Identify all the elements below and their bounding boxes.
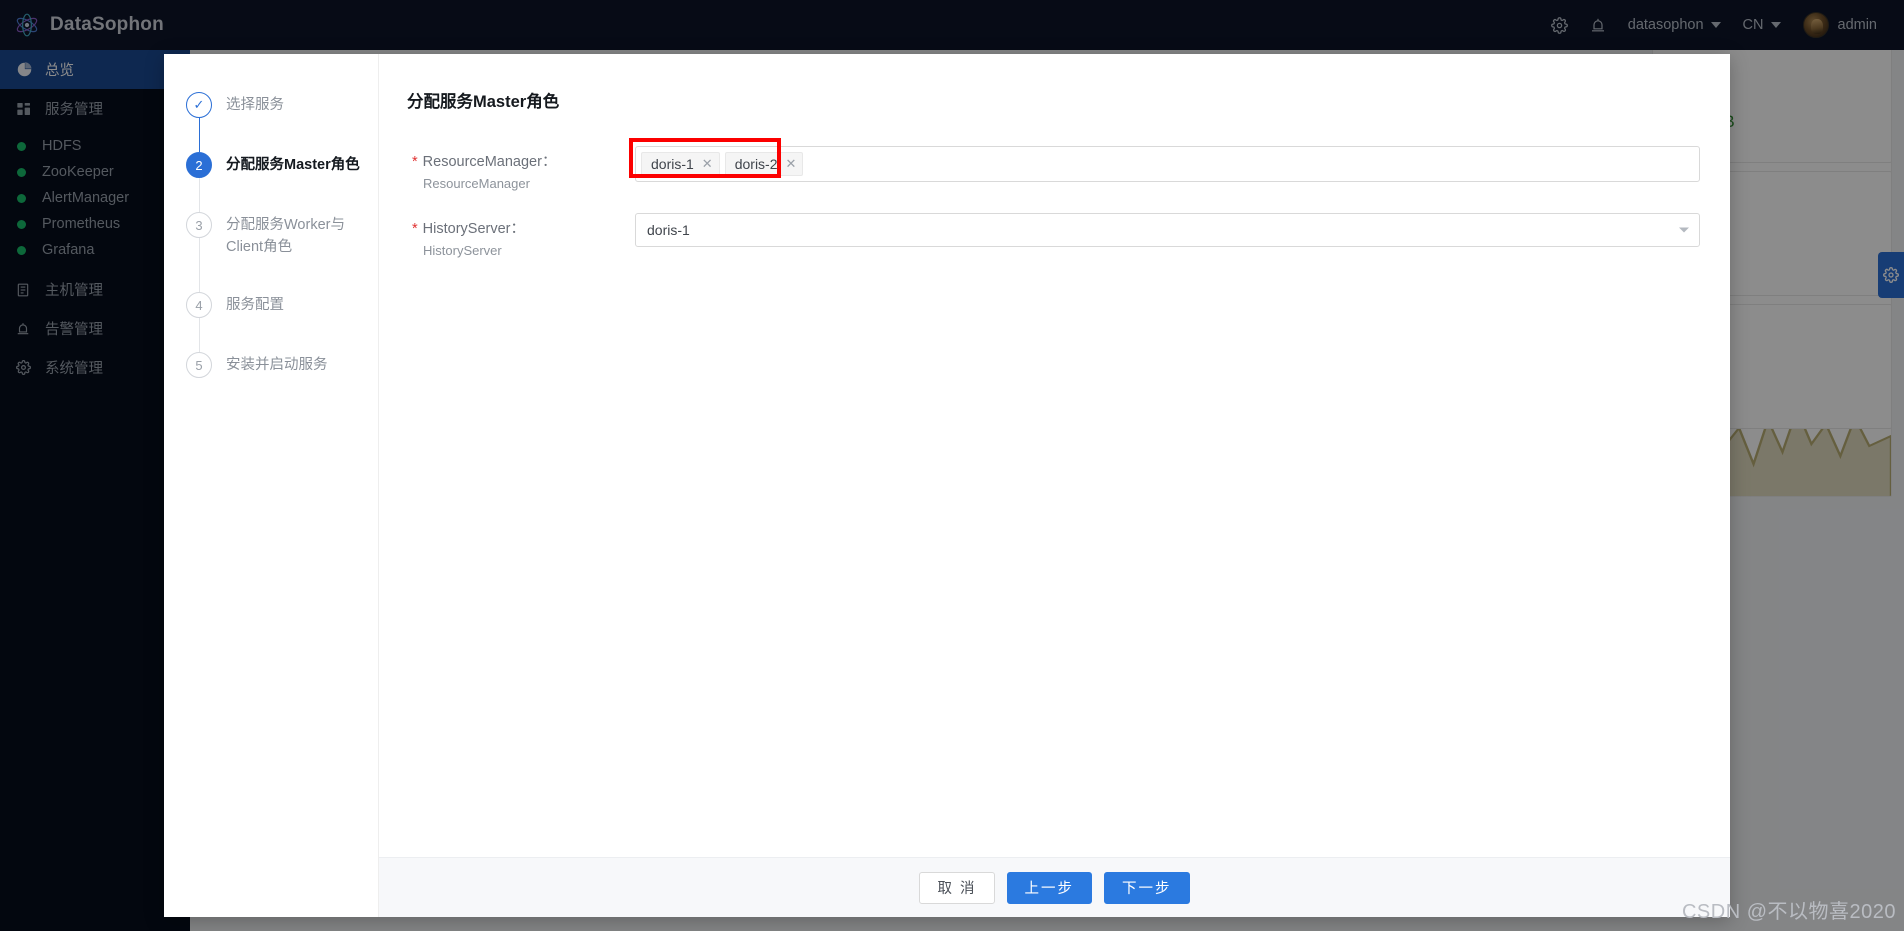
wizard-form-pane: 分配服务Master角色 * ResourceManager： ResourceM… [379, 54, 1730, 917]
step-marker: ✓ [186, 92, 212, 118]
resourcemanager-multiselect[interactable]: doris-1 ✕ doris-2 ✕ [635, 146, 1700, 182]
watermark: CSDN @不以物喜2020 [1681, 901, 1896, 923]
wizard-step-3[interactable]: 3 分配服务Worker与Client角色 [186, 212, 378, 292]
chevron-down-icon [1679, 227, 1689, 233]
field-label-block: * HistoryServer： HistoryServer [407, 213, 635, 258]
tag-label: doris-2 [734, 156, 778, 172]
app-root: 总览 集群内存 .8GiB 磁盘容量 6GiB 集群内存 .8GiB 磁盘容量 … [0, 0, 1904, 931]
selected-tag[interactable]: doris-2 ✕ [724, 152, 804, 176]
page-title: 分配服务Master角色 [407, 93, 560, 111]
field-label-text: HistoryServer： [422, 221, 525, 237]
field-label-block: * ResourceManager： ResourceManager [407, 146, 635, 191]
required-mark: * [412, 221, 418, 237]
wizard-form-body: 分配服务Master角色 * ResourceManager： ResourceM… [379, 54, 1730, 857]
wizard-step-2[interactable]: 2 分配服务Master角色 [186, 152, 378, 212]
field-sublabel: HistoryServer [423, 243, 502, 258]
cancel-button[interactable]: 取 消 [919, 871, 995, 904]
field-label-text: ResourceManager： [422, 154, 557, 170]
form-row-resourcemanager: * ResourceManager： ResourceManager doris-… [407, 138, 1700, 191]
close-icon[interactable]: ✕ [786, 156, 797, 172]
field-sublabel: ResourceManager [423, 176, 530, 191]
step-marker: 2 [186, 152, 212, 178]
wizard-step-5[interactable]: 5 安装并启动服务 [186, 352, 378, 378]
step-marker: 3 [186, 212, 212, 238]
step-marker: 4 [186, 292, 212, 318]
step-connector [199, 318, 200, 352]
step-label: 分配服务Worker与Client角色 [226, 217, 345, 255]
assign-master-roles-modal: ✓ 选择服务 2 分配服务Master角色 3 分配服务Worker与Clien… [164, 54, 1730, 917]
required-mark: * [412, 154, 418, 170]
previous-step-button[interactable]: 上一步 [1006, 871, 1093, 904]
form-row-historyserver: * HistoryServer： HistoryServer doris-1 [407, 213, 1700, 258]
selected-tag[interactable]: doris-1 ✕ [641, 152, 720, 176]
close-icon[interactable]: ✕ [702, 156, 713, 172]
step-label: 分配服务Master角色 [226, 157, 360, 173]
select-value: doris-1 [647, 222, 690, 238]
step-marker: 5 [186, 352, 212, 378]
historyserver-select[interactable]: doris-1 [635, 213, 1700, 247]
step-label: 服务配置 [226, 297, 284, 313]
wizard-steps: ✓ 选择服务 2 分配服务Master角色 3 分配服务Worker与Clien… [164, 54, 379, 917]
wizard-step-4[interactable]: 4 服务配置 [186, 292, 378, 352]
step-connector [199, 118, 200, 152]
wizard-step-1[interactable]: ✓ 选择服务 [186, 92, 378, 152]
tag-label: doris-1 [651, 156, 694, 172]
next-step-button[interactable]: 下一步 [1104, 871, 1190, 904]
wizard-footer: 取 消 上一步 下一步 [379, 857, 1730, 917]
field-label: * ResourceManager： [412, 150, 635, 171]
field-control: doris-1 [635, 213, 1700, 247]
field-control: doris-1 ✕ doris-2 ✕ [629, 138, 1700, 182]
step-label: 选择服务 [226, 97, 284, 113]
field-label: * HistoryServer： [412, 217, 635, 238]
step-connector [199, 238, 200, 292]
step-label: 安装并启动服务 [226, 357, 328, 373]
step-connector [199, 178, 200, 212]
